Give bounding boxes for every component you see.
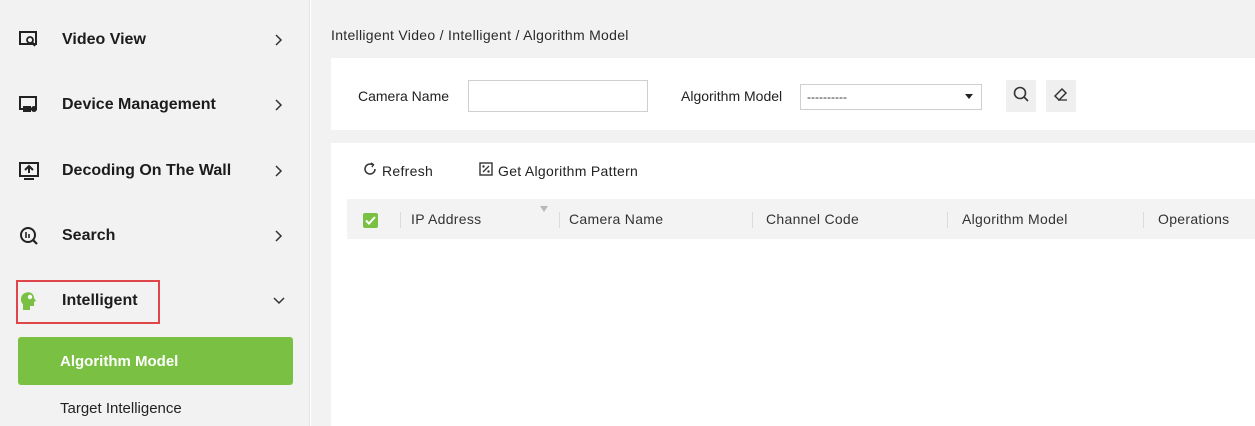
column-separator — [559, 212, 560, 228]
chevron-down-icon — [272, 294, 286, 308]
filter-panel: Camera Name Algorithm Model ---------- — [331, 58, 1255, 130]
sidebar-subitem-target-intelligence[interactable]: Target Intelligence — [60, 400, 182, 417]
chevron-right-icon — [272, 33, 286, 47]
dropdown-arrow-icon — [965, 94, 973, 99]
sidebar-item-label: Intelligent — [62, 292, 138, 309]
column-separator — [400, 212, 401, 228]
sidebar: Video View Device Management Decoding On… — [0, 0, 310, 426]
sidebar-item-label: Decoding On The Wall — [62, 162, 232, 179]
camera-name-label: Camera Name — [358, 88, 450, 104]
chevron-right-icon — [272, 229, 286, 243]
refresh-icon — [363, 162, 382, 179]
clear-button[interactable] — [1046, 80, 1076, 112]
sidebar-item-label: Search — [62, 227, 116, 244]
chevron-right-icon — [272, 98, 286, 112]
breadcrumb: Intelligent Video / Intelligent / Algori… — [331, 27, 629, 43]
pattern-icon — [479, 162, 498, 179]
column-header-camera-name[interactable]: Camera Name — [569, 211, 663, 227]
get-algorithm-pattern-button[interactable]: Get Algorithm Pattern — [479, 162, 638, 179]
sidebar-item-search[interactable]: Search — [0, 216, 310, 256]
chevron-right-icon — [272, 164, 286, 178]
get-algorithm-pattern-label: Get Algorithm Pattern — [498, 162, 639, 179]
column-header-algorithm-model[interactable]: Algorithm Model — [962, 211, 1068, 227]
column-header-operations[interactable]: Operations — [1158, 211, 1229, 227]
content-panel: Refresh Get Algorithm Pattern IP Address… — [331, 143, 1255, 426]
sidebar-item-device-management[interactable]: Device Management — [0, 85, 310, 125]
column-header-channel-code[interactable]: Channel Code — [766, 211, 859, 227]
table-header: IP Address Camera Name Channel Code Algo… — [347, 199, 1255, 239]
search-icon — [18, 225, 40, 247]
sidebar-subitem-algorithm-model[interactable]: Algorithm Model — [18, 337, 293, 385]
intelligent-icon — [18, 290, 40, 312]
column-separator — [752, 212, 753, 228]
eraser-icon — [1053, 86, 1069, 107]
device-management-icon — [18, 94, 40, 116]
search-icon — [1013, 86, 1029, 107]
sidebar-item-label: Video View — [62, 31, 146, 48]
main-content: Intelligent Video / Intelligent / Algori… — [311, 0, 1255, 426]
refresh-button[interactable]: Refresh — [363, 162, 433, 179]
refresh-label: Refresh — [382, 162, 434, 179]
sidebar-item-decoding-on-the-wall[interactable]: Decoding On The Wall — [0, 151, 310, 191]
decoding-wall-icon — [18, 160, 40, 182]
column-separator — [947, 212, 948, 228]
video-view-icon — [18, 29, 40, 51]
column-header-ip-address[interactable]: IP Address — [411, 211, 481, 227]
camera-name-input[interactable] — [468, 80, 648, 112]
algorithm-model-selected-value: ---------- — [807, 90, 847, 104]
algorithm-model-select[interactable]: ---------- — [800, 84, 982, 110]
sidebar-item-label: Device Management — [62, 96, 216, 113]
search-button[interactable] — [1006, 80, 1036, 112]
column-separator — [1143, 212, 1144, 228]
checkmark-icon — [365, 212, 376, 230]
sidebar-item-video-view[interactable]: Video View — [0, 20, 310, 60]
sort-icon[interactable] — [540, 206, 548, 212]
algorithm-model-label: Algorithm Model — [681, 88, 783, 104]
select-all-checkbox[interactable] — [363, 213, 378, 228]
sidebar-item-intelligent[interactable]: Intelligent — [0, 281, 310, 321]
